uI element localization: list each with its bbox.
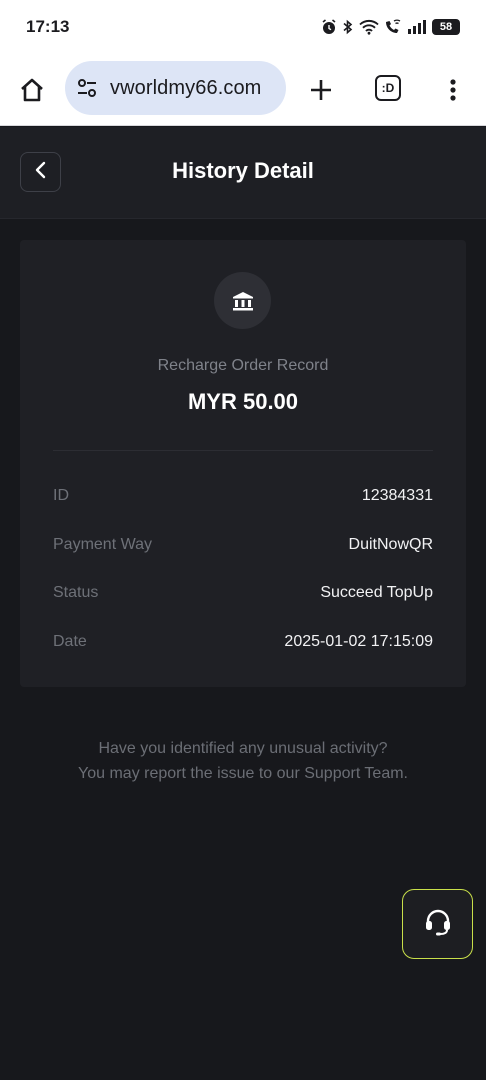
row-value: DuitNowQR xyxy=(348,536,433,553)
row-label: ID xyxy=(53,487,69,504)
row-label: Payment Way xyxy=(53,536,152,553)
row-label: Date xyxy=(53,633,87,650)
browser-toolbar: vworldmy66.com :D xyxy=(0,56,486,126)
address-bar[interactable]: vworldmy66.com xyxy=(65,61,286,115)
tune-icon[interactable] xyxy=(76,77,98,99)
row-value: 12384331 xyxy=(361,487,433,504)
status-icons: 58 xyxy=(321,19,460,35)
support-button[interactable] xyxy=(402,889,473,959)
home-icon[interactable] xyxy=(16,74,48,106)
headset-icon xyxy=(423,907,453,942)
detail-row-status: Status Succeed TopUp xyxy=(53,582,433,604)
history-detail-card: Recharge Order Record MYR 50.00 ID 12384… xyxy=(20,240,466,687)
bank-icon xyxy=(214,272,271,329)
page-title: History Detail xyxy=(172,158,314,183)
app-header: History Detail xyxy=(0,127,486,219)
tab-switcher-button[interactable]: :D xyxy=(375,75,401,101)
signal-icon xyxy=(407,19,427,35)
detail-row-payment-way: Payment Way DuitNowQR xyxy=(53,534,433,556)
row-label: Status xyxy=(53,584,99,601)
battery-icon: 58 xyxy=(432,19,460,35)
status-bar: 17:13 58 xyxy=(0,0,486,56)
notice-line-1: Have you identified any unusual activity… xyxy=(98,740,388,757)
record-title: Recharge Order Record xyxy=(157,357,329,374)
divider xyxy=(53,450,433,451)
detail-row-id: ID 12384331 xyxy=(53,485,433,507)
amount: MYR 50.00 xyxy=(187,389,299,414)
row-value: Succeed TopUp xyxy=(320,584,433,601)
wifi-icon xyxy=(359,19,379,35)
more-vert-icon[interactable] xyxy=(441,74,465,106)
alarm-icon xyxy=(321,19,337,35)
status-time: 17:13 xyxy=(26,17,70,36)
wifi-calling-icon xyxy=(384,19,402,35)
row-value: 2025-01-02 17:15:09 xyxy=(284,633,433,650)
support-notice: Have you identified any unusual activity… xyxy=(0,736,486,786)
bluetooth-icon xyxy=(342,19,354,35)
notice-line-2: You may report the issue to our Support … xyxy=(78,765,408,782)
url-text[interactable]: vworldmy66.com xyxy=(110,77,261,100)
plus-icon[interactable] xyxy=(305,74,337,106)
detail-row-date: Date 2025-01-02 17:15:09 xyxy=(53,631,433,653)
